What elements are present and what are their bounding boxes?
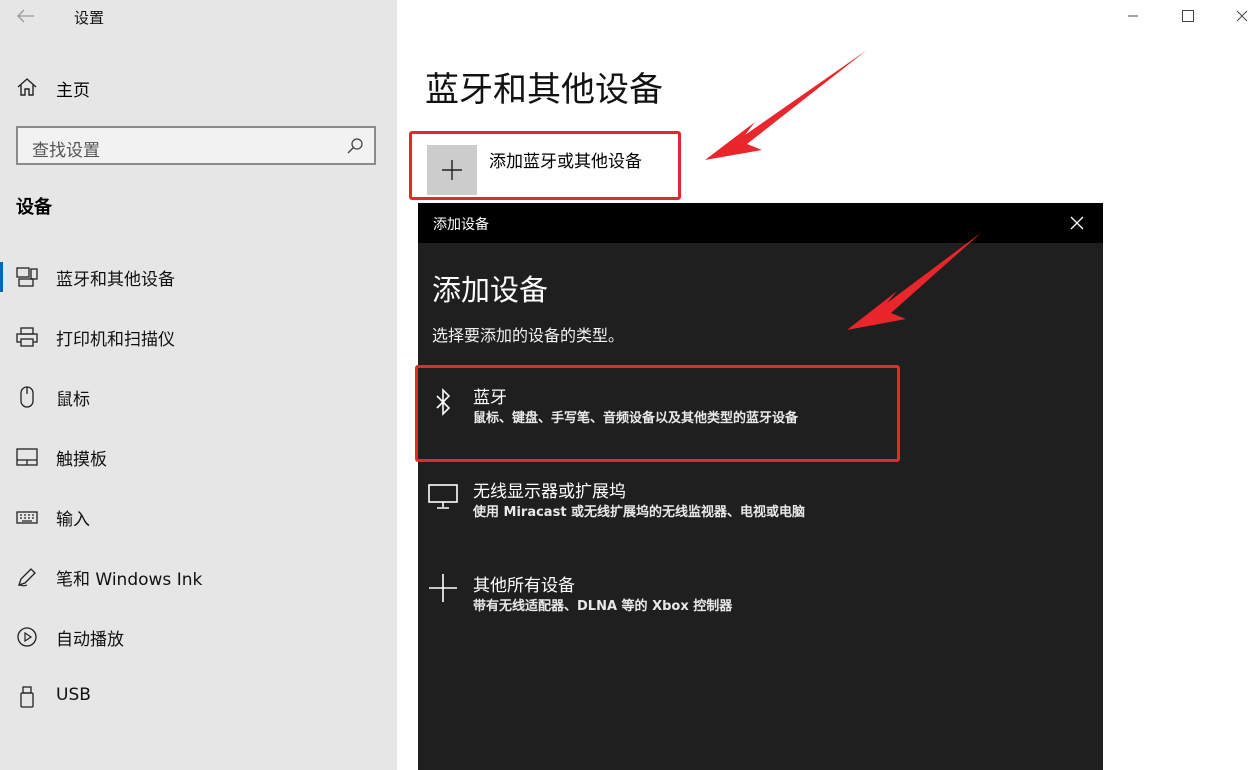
- sidebar-item-typing[interactable]: 输入: [0, 488, 397, 548]
- mouse-icon: [20, 386, 34, 408]
- dialog-title-bar: 添加设备: [418, 203, 1103, 243]
- add-device-dialog: 添加设备 添加设备 选择要添加的设备的类型。 蓝牙 鼠标、键盘、手写笔、音频设备…: [418, 203, 1103, 770]
- autoplay-icon: [17, 627, 37, 647]
- sidebar-item-printers[interactable]: 打印机和扫描仪: [0, 308, 397, 368]
- sidebar-item-bluetooth[interactable]: 蓝牙和其他设备: [0, 248, 397, 308]
- option-wireless-display[interactable]: 无线显示器或扩展坞 使用 Miracast 或无线扩展坞的无线监视器、电视或电脑: [418, 467, 1103, 559]
- highlight-box-add-device: [409, 131, 681, 200]
- maximize-button[interactable]: [1168, 2, 1208, 30]
- back-button[interactable]: [14, 4, 38, 28]
- sidebar-item-label: 鼠标: [56, 390, 90, 410]
- sidebar-item-pen[interactable]: 笔和 Windows Ink: [0, 548, 397, 608]
- option-description: 使用 Miracast 或无线扩展坞的无线监视器、电视或电脑: [473, 505, 806, 520]
- app-title: 设置: [74, 9, 105, 27]
- sidebar-item-label: 蓝牙和其他设备: [56, 270, 175, 290]
- home-label: 主页: [56, 81, 90, 101]
- close-icon[interactable]: [1067, 213, 1087, 233]
- page-title: 蓝牙和其他设备: [425, 70, 663, 110]
- close-icon: [1236, 10, 1248, 22]
- search-icon: [347, 138, 363, 154]
- close-button[interactable]: [1222, 2, 1260, 30]
- sidebar-nav: 蓝牙和其他设备 打印机和扫描仪 鼠标 触摸板 输入 笔和 Windows Ink…: [0, 248, 397, 728]
- search-placeholder: 查找设置: [32, 141, 100, 161]
- dialog-heading: 添加设备: [432, 273, 549, 307]
- maximize-icon: [1182, 10, 1194, 22]
- highlight-box-bluetooth: [415, 365, 900, 462]
- option-name: 无线显示器或扩展坞: [473, 482, 626, 502]
- minimize-icon: [1128, 15, 1138, 17]
- back-arrow-icon: [17, 9, 34, 23]
- annotation-arrow-1: [705, 50, 867, 160]
- option-description: 带有无线适配器、DLNA 等的 Xbox 控制器: [473, 599, 733, 614]
- monitor-icon: [428, 484, 458, 509]
- dialog-bar-title: 添加设备: [433, 217, 489, 233]
- sidebar-item-mouse[interactable]: 鼠标: [0, 368, 397, 428]
- minimize-button[interactable]: [1113, 2, 1153, 30]
- sidebar-item-label: 触摸板: [56, 450, 107, 470]
- sidebar-item-label: 自动播放: [56, 630, 124, 650]
- search-input[interactable]: 查找设置: [16, 126, 376, 165]
- sidebar-item-home[interactable]: 主页: [0, 66, 397, 108]
- bluetooth-devices-icon: [16, 267, 38, 287]
- sidebar-item-label: 输入: [56, 510, 90, 530]
- sidebar: 设置 主页 查找设置 设备 蓝牙和其他设备 打印机和扫描仪 鼠标 触摸板 输入: [0, 0, 397, 770]
- sidebar-item-touchpad[interactable]: 触摸板: [0, 428, 397, 488]
- sidebar-item-label: 笔和 Windows Ink: [56, 570, 203, 590]
- plus-icon: [429, 574, 457, 602]
- section-title: 设备: [16, 197, 52, 218]
- sidebar-item-autoplay[interactable]: 自动播放: [0, 608, 397, 668]
- option-everything-else[interactable]: 其他所有设备 带有无线适配器、DLNA 等的 Xbox 控制器: [418, 561, 1103, 653]
- sidebar-item-usb[interactable]: USB: [0, 668, 397, 728]
- touchpad-icon: [16, 448, 38, 466]
- home-icon: [17, 78, 37, 96]
- keyboard-icon: [16, 511, 38, 524]
- sidebar-item-label: 打印机和扫描仪: [56, 330, 175, 350]
- sidebar-item-label: USB: [56, 685, 91, 705]
- pen-icon: [17, 568, 36, 587]
- dialog-subtitle: 选择要添加的设备的类型。: [432, 326, 625, 345]
- printer-icon: [16, 327, 38, 347]
- usb-icon: [20, 686, 34, 708]
- option-name: 其他所有设备: [473, 576, 575, 596]
